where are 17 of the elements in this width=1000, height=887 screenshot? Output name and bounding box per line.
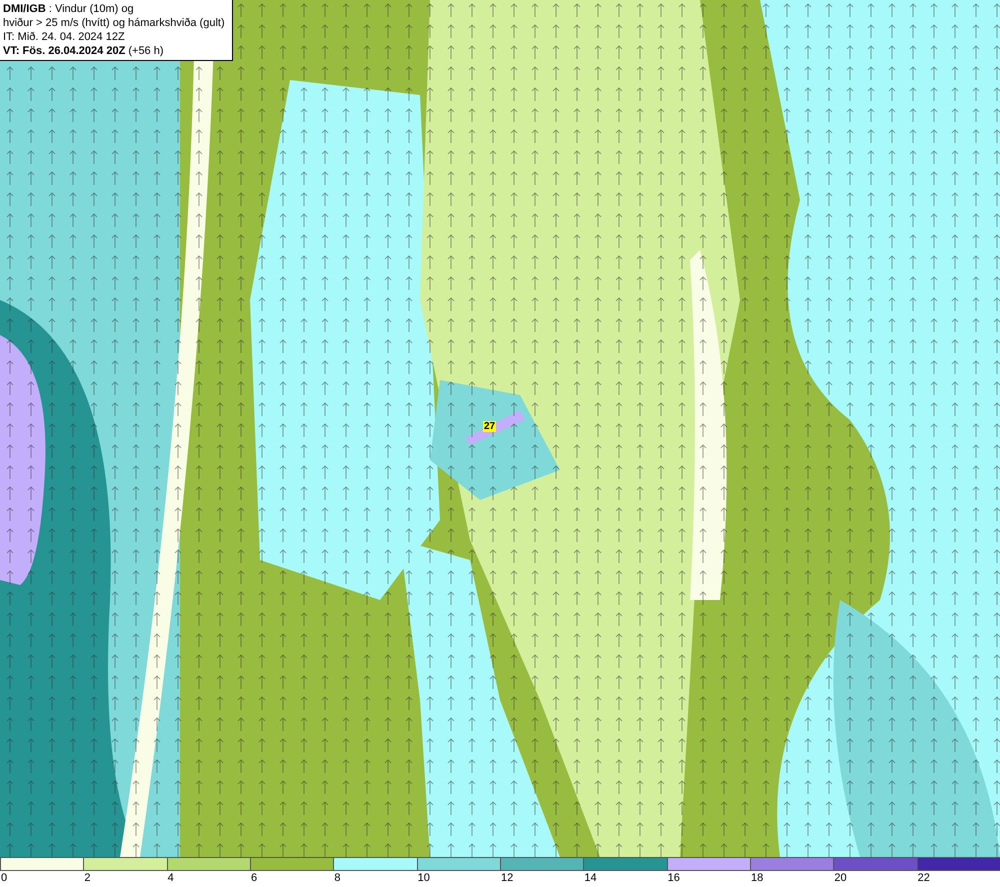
legend-label: 12 [500, 871, 514, 885]
legend-label: 2 [83, 871, 90, 885]
info-text: hviður > 25 m/s (hvítt) og hámarkshviða (gult) [3, 16, 226, 30]
legend-label: 4 [166, 871, 174, 885]
legend-label: 18 [750, 871, 764, 885]
info-text: VT: Fös. 26.04.2024 20Z (+56 h) [3, 44, 165, 58]
legend-label: 8 [333, 871, 340, 885]
legend-label: 20 [833, 871, 847, 885]
info-text: DMI/IGB : Vindur (10m) og [3, 2, 135, 16]
legend-label: 10 [416, 871, 430, 885]
legend-label: 14 [583, 871, 597, 885]
info-text: IT: Mið. 24. 04. 2024 12Z [3, 30, 126, 44]
legend-label: 6 [250, 871, 258, 885]
legend-label: 16 [666, 871, 680, 885]
legend-label: 22 [916, 871, 930, 885]
max-gust-label: 27 [483, 421, 496, 432]
legend-label: 0 [0, 871, 8, 885]
